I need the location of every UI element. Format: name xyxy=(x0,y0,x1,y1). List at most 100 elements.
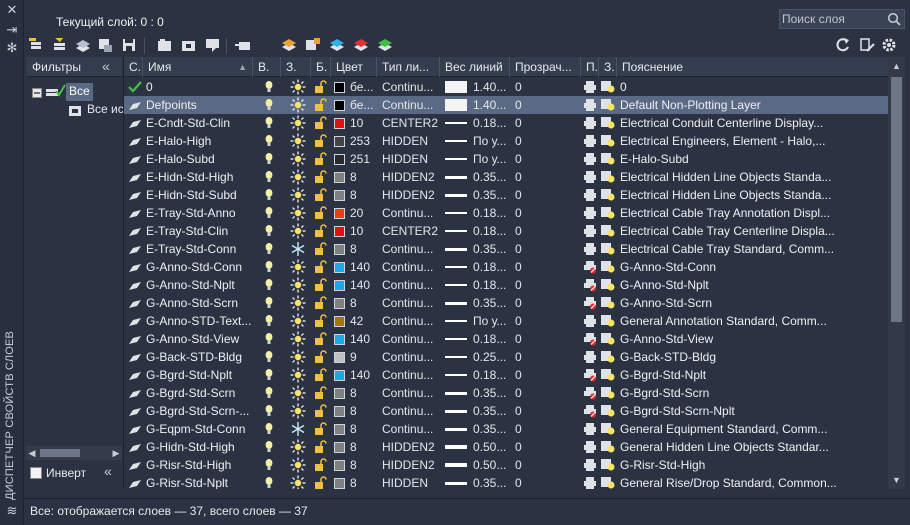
frozen-snowflake-icon[interactable] xyxy=(290,421,306,439)
transparency-value[interactable]: 0 xyxy=(515,78,545,96)
layer-description[interactable]: G-Bgrd-Std-Scrn xyxy=(620,384,888,402)
thawed-sun-icon[interactable] xyxy=(290,259,306,277)
layer-row[interactable]: E-Halo-Subd 251 HIDDEN По у... 0 E-Halo-Subd xyxy=(124,150,888,168)
color-cell[interactable]: бе... xyxy=(334,78,379,96)
col-color[interactable]: Цвет xyxy=(331,57,377,77)
lineweight-cell[interactable]: 0.50... xyxy=(445,438,509,456)
transparency-value[interactable]: 0 xyxy=(515,366,545,384)
col-plot[interactable]: П. xyxy=(581,57,599,77)
color-cell[interactable]: 140 xyxy=(334,258,379,276)
layer-description[interactable]: General Annotation Standard, Comm... xyxy=(620,312,888,330)
transparency-value[interactable]: 0 xyxy=(515,384,545,402)
color-cell[interactable]: 8 xyxy=(334,438,379,456)
color-cell[interactable]: 251 xyxy=(334,150,379,168)
tree-item-all[interactable]: Все xyxy=(66,83,93,101)
lineweight-cell[interactable]: 0.18... xyxy=(445,114,509,132)
linetype-value[interactable]: CENTER2 xyxy=(382,114,440,132)
filter-hscrollbar[interactable]: ◀ ▶ xyxy=(26,446,122,460)
layer-name[interactable]: E-Hidn-Std-Subd xyxy=(146,186,252,204)
transparency-value[interactable]: 0 xyxy=(515,96,545,114)
layer-row[interactable]: G-Risr-Std-High 8 HIDDEN2 0.50... 0 G-Risr-St… xyxy=(124,456,888,474)
layer-name[interactable]: G-Eqpm-Std-Conn xyxy=(146,420,252,438)
col-freeze[interactable]: З. xyxy=(281,57,311,77)
layer-description[interactable]: G-Anno-Std-View xyxy=(620,330,888,348)
thawed-sun-icon[interactable] xyxy=(290,115,306,133)
new-layer-vp-frozen-icon[interactable] xyxy=(180,36,198,54)
transparency-value[interactable]: 0 xyxy=(515,348,545,366)
color-cell[interactable]: 42 xyxy=(334,312,379,330)
layer-row[interactable]: G-Anno-Std-Scrn 8 Continu... 0.35... 0 G-Anno… xyxy=(124,294,888,312)
thawed-sun-icon[interactable] xyxy=(290,133,306,151)
invert-checkbox[interactable] xyxy=(30,467,42,479)
thawed-sun-icon[interactable] xyxy=(290,205,306,223)
transparency-value[interactable]: 0 xyxy=(515,312,545,330)
lineweight-cell[interactable]: 0.35... xyxy=(445,294,509,312)
layer-name[interactable]: G-Anno-Std-View xyxy=(146,330,252,348)
col-newvp[interactable]: З. xyxy=(599,57,617,77)
layer-name[interactable]: E-Tray-Std-Clin xyxy=(146,222,252,240)
linetype-value[interactable]: HIDDEN2 xyxy=(382,456,440,474)
layer-name[interactable]: G-Bgrd-Std-Nplt xyxy=(146,366,252,384)
layer-row[interactable]: G-Back-STD-Bldg 9 Continu... 0.25... 0 G-Back… xyxy=(124,348,888,366)
col-lock[interactable]: Б. xyxy=(311,57,331,77)
collapse-filters-icon[interactable]: « xyxy=(104,463,112,479)
transparency-value[interactable]: 0 xyxy=(515,222,545,240)
layer-name[interactable]: E-Tray-Std-Conn xyxy=(146,240,252,258)
lineweight-cell[interactable]: 0.18... xyxy=(445,204,509,222)
properties-gear-icon[interactable]: ✻ xyxy=(4,40,20,56)
color-cell[interactable]: 8 xyxy=(334,240,379,258)
set-current-icon[interactable] xyxy=(234,36,252,54)
scroll-thumb[interactable] xyxy=(40,449,80,457)
color-cell[interactable]: 8 xyxy=(334,474,379,489)
col-on[interactable]: В. xyxy=(253,57,281,77)
layer-name[interactable]: E-Hidn-Std-High xyxy=(146,168,252,186)
lineweight-cell[interactable]: 0.50... xyxy=(445,456,509,474)
thawed-sun-icon[interactable] xyxy=(290,187,306,205)
linetype-value[interactable]: Continu... xyxy=(382,312,440,330)
color-cell[interactable]: 8 xyxy=(334,456,379,474)
new-group-filter-icon[interactable] xyxy=(51,36,69,54)
scroll-up-icon[interactable]: ▲ xyxy=(888,59,905,73)
tree-item-used[interactable]: Все ис xyxy=(87,102,124,116)
col-lineweight[interactable]: Вес линий xyxy=(440,57,510,77)
scroll-thumb[interactable] xyxy=(891,77,902,322)
layer-name[interactable]: G-Risr-Std-Nplt xyxy=(146,474,252,489)
layer-states-icon[interactable] xyxy=(74,36,92,54)
layer-row[interactable]: 0 бе... Continu... 1.40... 0 0 xyxy=(124,78,888,96)
transparency-value[interactable]: 0 xyxy=(515,240,545,258)
layer-walk-icon[interactable] xyxy=(280,36,298,54)
layer-description[interactable]: Electrical Cable Tray Annotation Displ..… xyxy=(620,204,888,222)
thawed-sun-icon[interactable] xyxy=(290,385,306,403)
settings-pen-icon[interactable] xyxy=(858,36,876,54)
color-cell[interactable]: 9 xyxy=(334,348,379,366)
gear-icon[interactable] xyxy=(880,36,898,54)
lineweight-cell[interactable]: По у... xyxy=(445,132,509,150)
color-cell[interactable]: 8 xyxy=(334,294,379,312)
thawed-sun-icon[interactable] xyxy=(290,277,306,295)
search-box[interactable] xyxy=(779,9,905,29)
layer-description[interactable]: Electrical Hidden Line Objects Standa... xyxy=(620,186,888,204)
thawed-sun-icon[interactable] xyxy=(290,367,306,385)
search-input[interactable] xyxy=(780,10,884,28)
lineweight-cell[interactable]: 0.35... xyxy=(445,474,509,489)
layer-name[interactable]: G-Anno-Std-Scrn xyxy=(146,294,252,312)
col-name[interactable]: Имя ▲ xyxy=(143,57,253,77)
layer-match-icon[interactable] xyxy=(376,36,394,54)
layer-description[interactable]: Electrical Engineers, Element - Halo,... xyxy=(620,132,888,150)
layer-description[interactable]: General Hidden Line Objects Standar... xyxy=(620,438,888,456)
layer-row[interactable]: G-Anno-Std-Nplt 140 Continu... 0.18... 0 G-An… xyxy=(124,276,888,294)
layer-row[interactable]: G-Eqpm-Std-Conn 8 Continu... 0.35... 0 Genera… xyxy=(124,420,888,438)
linetype-value[interactable]: Continu... xyxy=(382,348,440,366)
layer-description[interactable]: G-Anno-Std-Nplt xyxy=(620,276,888,294)
lineweight-cell[interactable]: 0.18... xyxy=(445,330,509,348)
layer-row[interactable]: E-Tray-Std-Clin 10 CENTER2 0.18... 0 Electric… xyxy=(124,222,888,240)
color-cell[interactable]: 140 xyxy=(334,276,379,294)
linetype-value[interactable]: HIDDEN xyxy=(382,132,440,150)
linetype-value[interactable]: HIDDEN2 xyxy=(382,168,440,186)
transparency-value[interactable]: 0 xyxy=(515,150,545,168)
layer-description[interactable]: 0 xyxy=(620,78,888,96)
scroll-down-icon[interactable]: ▼ xyxy=(888,473,905,487)
thawed-sun-icon[interactable] xyxy=(290,151,306,169)
lineweight-cell[interactable]: 0.18... xyxy=(445,222,509,240)
lineweight-cell[interactable]: 0.18... xyxy=(445,258,509,276)
